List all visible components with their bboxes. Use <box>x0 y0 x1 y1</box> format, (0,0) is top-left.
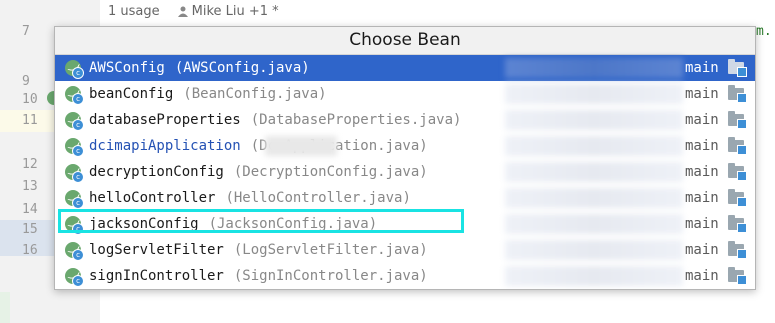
redacted-path <box>505 58 683 78</box>
spring-bean-icon: c <box>65 86 84 105</box>
author-hint[interactable]: Mike Liu +1 * <box>177 3 279 19</box>
class-badge-icon: c <box>72 67 84 79</box>
person-icon <box>177 6 188 17</box>
line-number: 12 <box>22 157 38 172</box>
bean-list-item[interactable]: c beanConfig (BeanConfig.java) main <box>55 81 755 107</box>
spring-bean-icon: c <box>65 164 84 183</box>
line-number: 10 <box>22 92 38 107</box>
class-badge-icon: c <box>72 249 84 261</box>
module-label: main <box>685 216 719 232</box>
code-vision-hint: 1 usage Mike Liu +1 * <box>108 2 279 20</box>
class-badge-icon: c <box>72 145 84 157</box>
module-label: main <box>685 190 719 206</box>
class-badge-icon: c <box>72 171 84 183</box>
bean-source-file: (SignInController.java) <box>233 268 428 284</box>
redacted-text <box>265 136 337 156</box>
choose-bean-popup: Choose Bean c AWSConfig (AWSConfig.java) ma… <box>54 26 756 290</box>
module-label: main <box>685 86 719 102</box>
spring-bean-icon: c <box>65 138 84 157</box>
bean-name: jacksonConfig <box>89 216 199 232</box>
bean-name: helloController <box>89 190 216 206</box>
bean-list-item[interactable]: c AWSConfig (AWSConfig.java) main <box>55 55 755 81</box>
redacted-path <box>505 110 683 130</box>
class-badge-icon: c <box>72 93 84 105</box>
module-folder-icon <box>728 85 747 103</box>
module-label: main <box>685 268 719 284</box>
module-folder-icon <box>728 137 747 155</box>
spring-bean-icon: c <box>65 216 84 235</box>
module-folder-icon <box>728 59 747 77</box>
bean-list-item[interactable]: c jacksonConfig (JacksonConfig.java) main <box>55 211 755 237</box>
line-number: 13 <box>22 179 38 194</box>
bean-name: decryptionConfig <box>89 164 224 180</box>
popup-title: Choose Bean <box>55 27 755 55</box>
change-marker <box>0 292 10 323</box>
bean-list-item[interactable]: c signInController (SignInController.java)… <box>55 263 755 289</box>
bean-list-item[interactable]: c dcimapiApplication (Dc Application.java)… <box>55 133 755 159</box>
redacted-path <box>505 240 683 260</box>
bean-name: AWSConfig <box>89 60 165 76</box>
module-folder-icon <box>728 241 747 259</box>
class-badge-icon: c <box>72 275 84 287</box>
bean-list-item[interactable]: c helloController (HelloController.java) ma… <box>55 185 755 211</box>
bean-source-file: (DatabaseProperties.java) <box>250 112 462 128</box>
bean-name: beanConfig <box>89 86 174 102</box>
module-folder-icon <box>728 215 747 233</box>
spring-bean-icon: c <box>65 268 84 287</box>
bean-name: logServletFilter <box>89 242 224 258</box>
line-number: 11 <box>22 113 38 128</box>
module-label: main <box>685 242 719 258</box>
spring-bean-icon: c <box>65 242 84 261</box>
line-number: 9 <box>22 74 30 89</box>
bean-source-file: (BeanConfig.java) <box>183 86 327 102</box>
spring-bean-icon: c <box>65 190 84 209</box>
spring-bean-icon: c <box>65 112 84 131</box>
class-badge-icon: c <box>72 197 84 209</box>
bean-source-file: (LogServletFilter.java) <box>233 242 428 258</box>
line-number: 15 <box>22 222 38 237</box>
bean-list: c AWSConfig (AWSConfig.java) main c beanConfi… <box>55 55 755 289</box>
author-name: Mike Liu +1 * <box>191 3 279 19</box>
redacted-path <box>505 266 683 286</box>
module-label: main <box>685 60 719 76</box>
bean-source-file: (AWSConfig.java) <box>174 60 310 76</box>
line-number: 16 <box>22 243 38 258</box>
module-folder-icon <box>728 163 747 181</box>
module-folder-icon <box>728 189 747 207</box>
module-label: main <box>685 164 719 180</box>
bean-source-file: (HelloController.java) <box>225 190 411 206</box>
spring-bean-icon: c <box>65 60 84 79</box>
module-label: main <box>685 112 719 128</box>
redacted-path <box>505 162 683 182</box>
class-badge-icon: c <box>72 223 84 235</box>
bean-list-item[interactable]: c databaseProperties (DatabaseProperties.j… <box>55 107 755 133</box>
bean-name: dcimapiApplication <box>89 138 241 154</box>
code-fragment: m. <box>756 24 772 39</box>
line-number: 7 <box>22 24 30 39</box>
class-badge-icon: c <box>72 119 84 131</box>
usage-count[interactable]: 1 usage <box>108 4 160 19</box>
redacted-path <box>505 188 683 208</box>
redacted-path <box>505 136 683 156</box>
module-folder-icon <box>728 267 747 285</box>
module-folder-icon <box>728 111 747 129</box>
bean-list-item[interactable]: c logServletFilter (LogServletFilter.java)… <box>55 237 755 263</box>
bean-name: databaseProperties <box>89 112 241 128</box>
redacted-path <box>505 84 683 104</box>
line-number: 14 <box>22 202 38 217</box>
bean-source-file: (JacksonConfig.java) <box>208 216 378 232</box>
bean-name: signInController <box>89 268 224 284</box>
redacted-path <box>505 214 683 234</box>
bean-list-item[interactable]: c decryptionConfig (DecryptionConfig.java)… <box>55 159 755 185</box>
module-label: main <box>685 138 719 154</box>
bean-source-file: (DecryptionConfig.java) <box>233 164 428 180</box>
